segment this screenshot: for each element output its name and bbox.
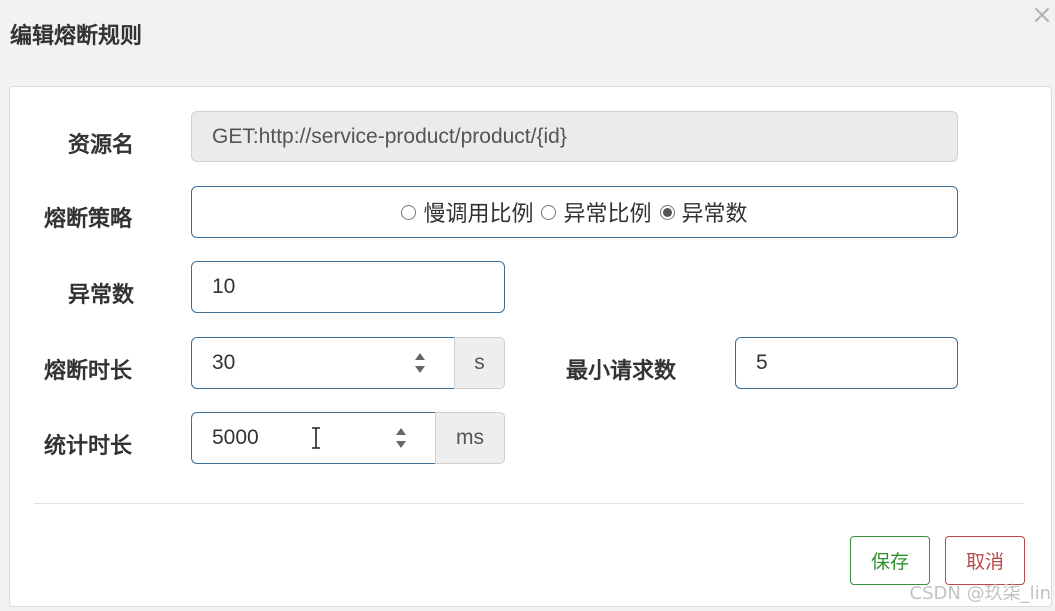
stat-duration-label: 统计时长 xyxy=(44,434,133,459)
watermark: CSDN @玖柒_lin xyxy=(909,583,1051,604)
text-cursor-icon xyxy=(312,427,320,449)
break-duration-unit: s xyxy=(454,337,505,389)
radio-checked-icon xyxy=(659,204,675,220)
strategy-label: 熔断策略 xyxy=(44,207,133,232)
dialog-title: 编辑熔断规则 xyxy=(10,24,143,49)
exception-count-value: 10 xyxy=(212,275,236,298)
cancel-button[interactable]: 取消 xyxy=(945,536,1025,585)
min-request-input[interactable]: 5 xyxy=(735,337,958,389)
radio-label: 异常比例 xyxy=(563,202,652,227)
close-icon[interactable]: × xyxy=(1029,0,1055,30)
radio-unchecked-icon xyxy=(401,204,417,220)
break-duration-label: 熔断时长 xyxy=(44,359,133,384)
resource-label: 资源名 xyxy=(68,133,135,158)
break-duration-input[interactable]: 30 xyxy=(191,337,455,389)
radio-exception-count[interactable]: 异常数 xyxy=(659,196,748,228)
stat-duration-input[interactable]: 5000 xyxy=(191,412,436,464)
form-panel: 资源名 GET:http://service-product/product/{… xyxy=(9,86,1052,607)
strategy-radio-group: 慢调用比例 异常比例 异常数 xyxy=(191,186,958,238)
resource-value: GET:http://service-product/product/{id} xyxy=(212,124,567,148)
radio-exception-ratio[interactable]: 异常比例 xyxy=(541,196,652,228)
resource-field: GET:http://service-product/product/{id} xyxy=(191,111,958,162)
radio-unchecked-icon xyxy=(541,204,557,220)
exception-count-label: 异常数 xyxy=(68,283,135,308)
exception-count-input[interactable]: 10 xyxy=(191,261,505,313)
break-duration-value: 30 xyxy=(212,351,236,374)
radio-label: 慢调用比例 xyxy=(423,202,534,227)
stat-duration-unit: ms xyxy=(435,412,505,464)
save-button[interactable]: 保存 xyxy=(850,536,930,585)
divider xyxy=(34,503,1024,504)
stat-duration-value: 5000 xyxy=(212,426,259,449)
spinner-arrows-icon[interactable] xyxy=(395,426,407,450)
min-request-value: 5 xyxy=(756,351,768,374)
min-request-label: 最小请求数 xyxy=(566,359,677,384)
radio-label: 异常数 xyxy=(681,202,748,227)
radio-slow-call-ratio[interactable]: 慢调用比例 xyxy=(401,196,533,228)
spinner-arrows-icon[interactable] xyxy=(414,351,426,375)
